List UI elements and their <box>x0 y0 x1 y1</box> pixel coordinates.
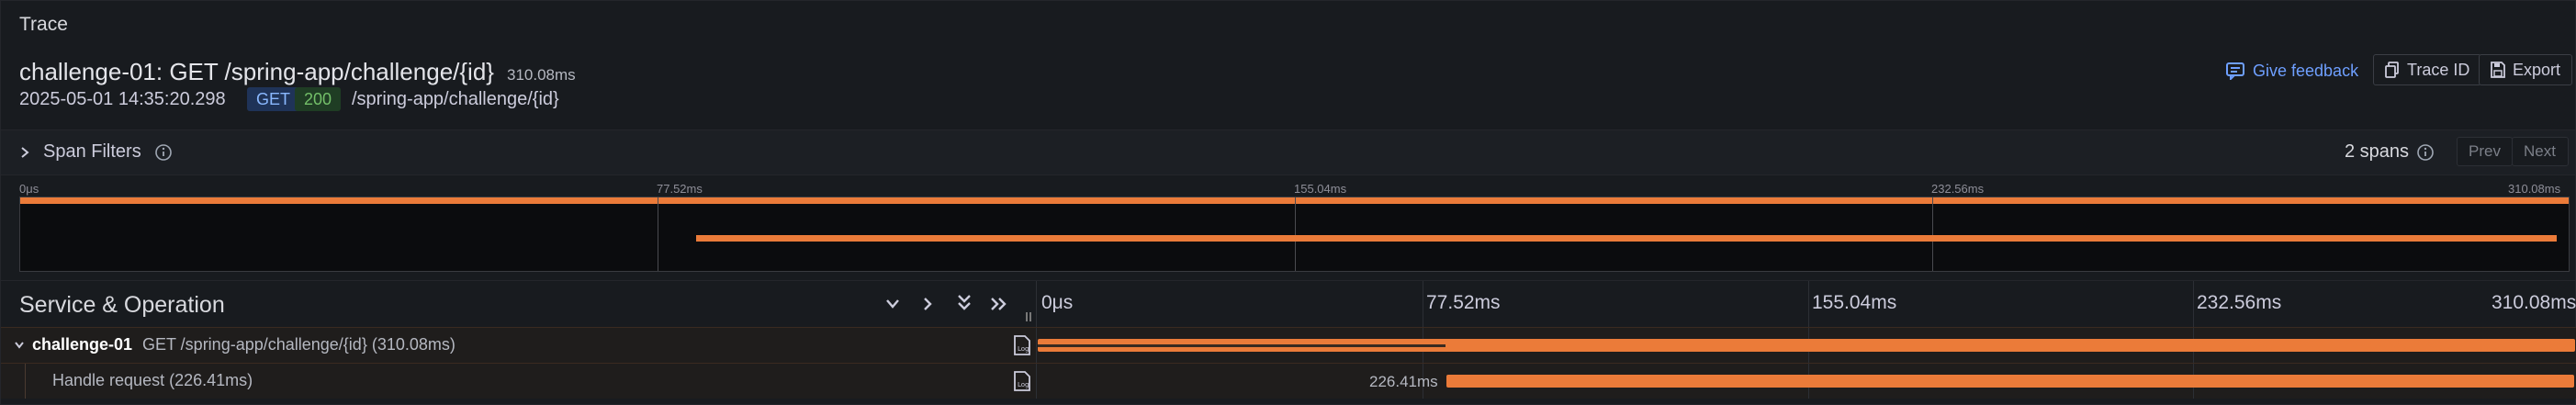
chevron-right-icon[interactable] <box>921 296 934 312</box>
tree-guide-line <box>25 364 26 399</box>
info-icon[interactable] <box>154 143 173 162</box>
span-bar-label: 226.41ms <box>1369 373 1438 390</box>
method-badge: GET <box>247 87 300 111</box>
timeline-tick: 232.56ms <box>2197 292 2282 313</box>
trace-id-label: Trace ID <box>2407 60 2470 79</box>
span-filters-toggle[interactable]: Span Filters <box>19 141 173 163</box>
span-count: 2 spans <box>2345 141 2435 163</box>
minimap-tick: 232.56ms <box>1931 182 1985 196</box>
chevron-right-icon <box>21 146 29 158</box>
timeline-tick: 77.52ms <box>1426 292 1501 313</box>
comment-icon <box>2226 62 2244 80</box>
trace-timestamp: 2025-05-01 14:35:20.298 <box>19 89 226 109</box>
span-count-label: 2 spans <box>2345 141 2410 162</box>
double-chevron-down-icon[interactable] <box>956 293 973 313</box>
trace-panel: Trace challenge-01: GET /spring-app/chal… <box>0 0 2576 405</box>
minimap-gridline <box>1295 197 1296 271</box>
svg-text:Log: Log <box>1018 381 1029 388</box>
timeline-tick: 310.08ms <box>2492 292 2576 313</box>
minimap-tick: 155.04ms <box>1294 182 1347 196</box>
span-service-name: challenge-01 <box>32 335 133 354</box>
export-label: Export <box>2513 60 2561 79</box>
trace-url: /spring-app/challenge/{id} <box>352 89 559 109</box>
span-bar[interactable] <box>1446 375 2574 388</box>
minimap-child-span <box>696 235 2557 242</box>
span-row[interactable]: Handle request (226.41ms) Log 226.41ms <box>1 363 2576 399</box>
trace-meta: 2025-05-01 14:35:20.298 GET 200 /spring-… <box>19 87 754 113</box>
span-logs-icon[interactable]: Log <box>1013 335 1031 355</box>
next-label: Next <box>2524 142 2556 160</box>
info-icon[interactable] <box>2416 143 2435 162</box>
minimap-tick: 77.52ms <box>657 182 703 196</box>
export-button[interactable]: Export <box>2479 54 2573 85</box>
span-operation: GET /spring-app/challenge/{id} (310.08ms… <box>142 335 456 354</box>
minimap-tick: 0μs <box>19 182 39 196</box>
column-divider <box>1036 281 1037 327</box>
timeline-header: Service & Operation 0μs 77.52ms 155.04ms… <box>1 280 2576 327</box>
span-filters-bar: Span Filters 2 spans Prev Next <box>1 129 2575 175</box>
chevron-down-icon[interactable] <box>884 297 901 311</box>
minimap-tick: 310.08ms <box>2508 182 2561 196</box>
trace-header: challenge-01: GET /spring-app/challenge/… <box>19 58 576 86</box>
copy-icon <box>2385 62 2399 78</box>
prev-label: Prev <box>2469 142 2501 160</box>
double-chevron-right-icon[interactable] <box>989 296 1009 312</box>
minimap-canvas[interactable] <box>19 197 2570 272</box>
span-self-time-gap <box>1038 344 1445 347</box>
column-divider <box>1036 364 1037 399</box>
timeline-gridline <box>1808 281 1809 327</box>
prev-button[interactable]: Prev <box>2457 137 2513 166</box>
trace-duration: 310.08ms <box>506 66 576 84</box>
span-operation: Handle request (226.41ms) <box>52 371 253 389</box>
column-resize-handle[interactable] <box>1026 312 1031 321</box>
column-divider <box>1036 328 1037 363</box>
status-badge: 200 <box>295 87 342 111</box>
timeline-tick: 155.04ms <box>1812 292 1897 313</box>
trace-name: challenge-01: GET /spring-app/challenge/… <box>19 58 494 85</box>
give-feedback-label: Give feedback <box>2253 61 2359 80</box>
trace-id-button[interactable]: Trace ID <box>2373 54 2482 85</box>
give-feedback-link[interactable]: Give feedback <box>2225 58 2358 84</box>
span-filters-label: Span Filters <box>43 141 141 162</box>
chevron-down-icon[interactable] <box>14 341 25 350</box>
span-logs-icon[interactable]: Log <box>1013 371 1031 391</box>
span-row[interactable]: challenge-01 GET /spring-app/challenge/{… <box>1 327 2576 363</box>
timeline-tick: 0μs <box>1041 292 1074 313</box>
panel-title: Trace <box>19 14 68 35</box>
service-operation-header: Service & Operation <box>19 292 225 318</box>
minimap-gridline <box>1932 197 1933 271</box>
next-button[interactable]: Next <box>2512 137 2569 166</box>
save-icon <box>2491 62 2505 78</box>
svg-text:Log: Log <box>1018 345 1029 353</box>
timeline-gridline <box>2193 281 2194 327</box>
